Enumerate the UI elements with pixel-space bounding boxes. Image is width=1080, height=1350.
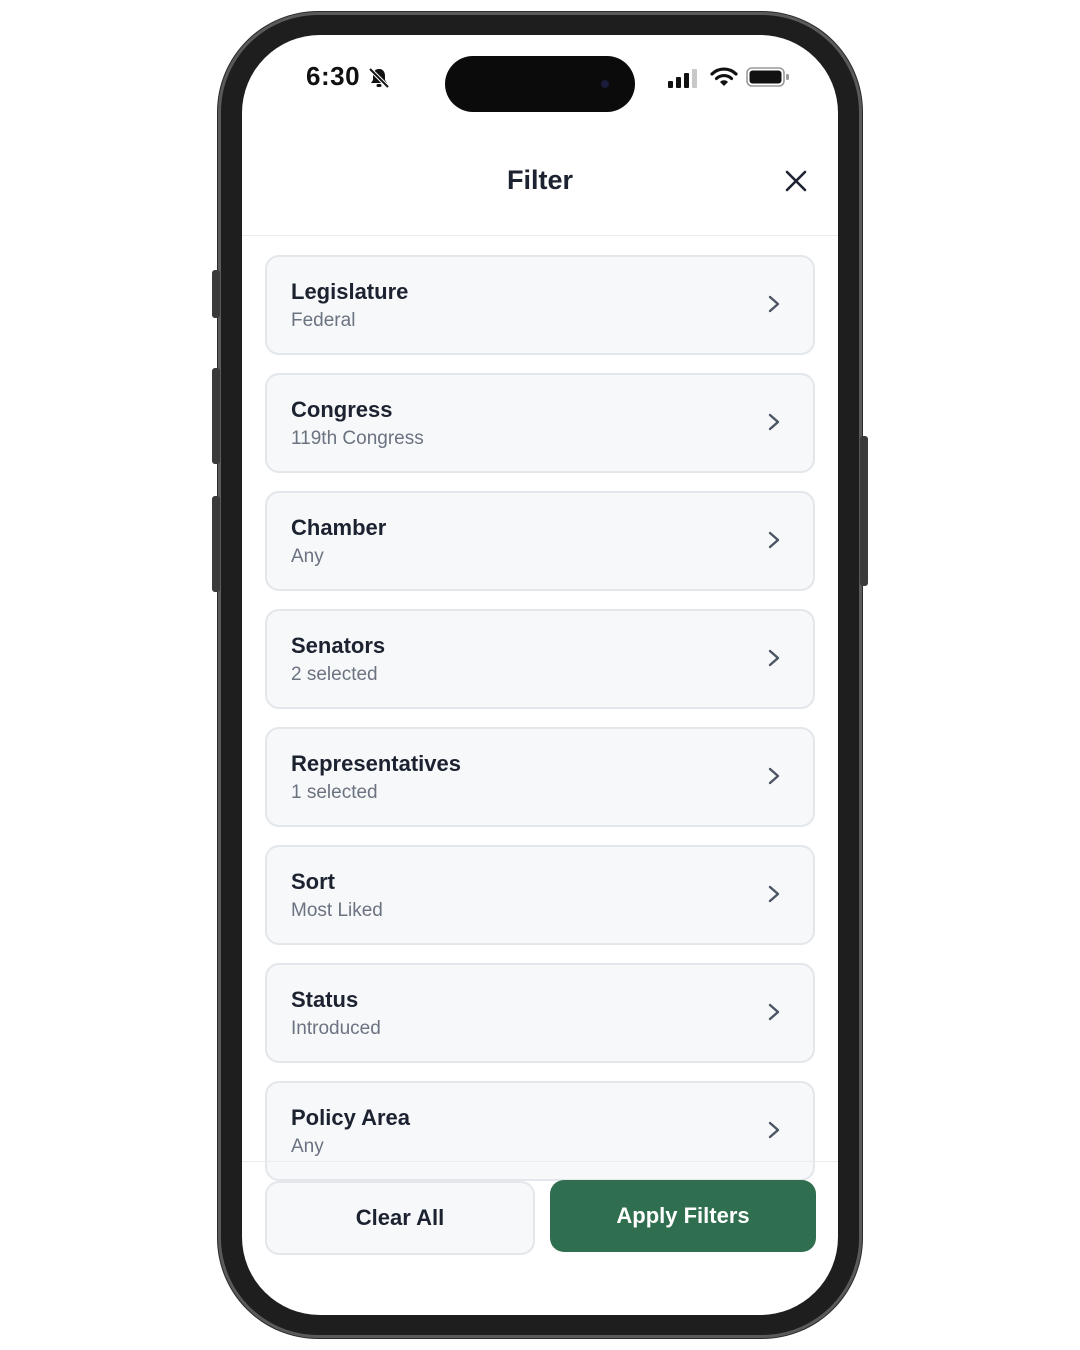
phone-power-button — [860, 436, 868, 586]
filter-value: Most Liked — [291, 900, 383, 921]
front-camera — [601, 80, 609, 88]
footer-actions: Clear All Apply Filters — [242, 1161, 838, 1315]
filter-label: Sort — [291, 869, 335, 894]
close-button[interactable] — [776, 161, 816, 201]
chevron-right-icon — [768, 649, 780, 667]
chevron-right-icon — [768, 531, 780, 549]
filter-value: 119th Congress — [291, 428, 424, 449]
filter-item-status[interactable]: Status Introduced — [265, 963, 815, 1063]
wifi-icon — [710, 67, 738, 86]
filter-label: Status — [291, 987, 359, 1012]
filter-item-chamber[interactable]: Chamber Any — [265, 491, 815, 591]
filter-item-representatives[interactable]: Representatives 1 selected — [265, 727, 815, 827]
phone-screen: 6:30 Filter Legislature Federal Congress… — [242, 35, 838, 1315]
dynamic-island — [445, 56, 635, 112]
filter-value: 2 selected — [291, 664, 378, 685]
filter-label: Policy Area — [291, 1105, 411, 1130]
signal-icon — [668, 69, 697, 88]
chevron-right-icon — [768, 1121, 780, 1139]
chevron-right-icon — [768, 767, 780, 785]
bell-slash-icon — [368, 67, 390, 89]
chevron-right-icon — [768, 1003, 780, 1021]
phone-volume-down-button — [212, 496, 220, 592]
filter-value: Introduced — [291, 1018, 381, 1039]
apply-filters-button[interactable]: Apply Filters — [550, 1180, 816, 1252]
filter-item-senators[interactable]: Senators 2 selected — [265, 609, 815, 709]
battery-icon — [746, 67, 789, 87]
filter-label: Legislature — [291, 279, 409, 304]
filter-label: Chamber — [291, 515, 387, 540]
close-icon — [785, 170, 807, 192]
filter-item-legislature[interactable]: Legislature Federal — [265, 255, 815, 355]
filter-label: Representatives — [291, 751, 461, 776]
chevron-right-icon — [768, 413, 780, 431]
filter-value: 1 selected — [291, 782, 378, 803]
filter-label: Senators — [291, 633, 386, 658]
filter-value: Any — [291, 546, 324, 567]
page-title: Filter — [506, 165, 573, 195]
filter-value: Any — [291, 1136, 324, 1157]
clear-all-button[interactable]: Clear All — [265, 1181, 535, 1255]
filter-list: Legislature Federal Congress 119th Congr… — [265, 255, 815, 1199]
chevron-right-icon — [768, 885, 780, 903]
filter-label: Congress — [291, 397, 393, 422]
phone-action-button — [212, 270, 220, 318]
status-time: 6:30 — [306, 61, 361, 91]
filter-value: Federal — [291, 310, 356, 331]
phone-volume-up-button — [212, 368, 220, 464]
filter-item-congress[interactable]: Congress 119th Congress — [265, 373, 815, 473]
chevron-right-icon — [768, 295, 780, 313]
filter-item-sort[interactable]: Sort Most Liked — [265, 845, 815, 945]
header: Filter — [242, 145, 838, 236]
